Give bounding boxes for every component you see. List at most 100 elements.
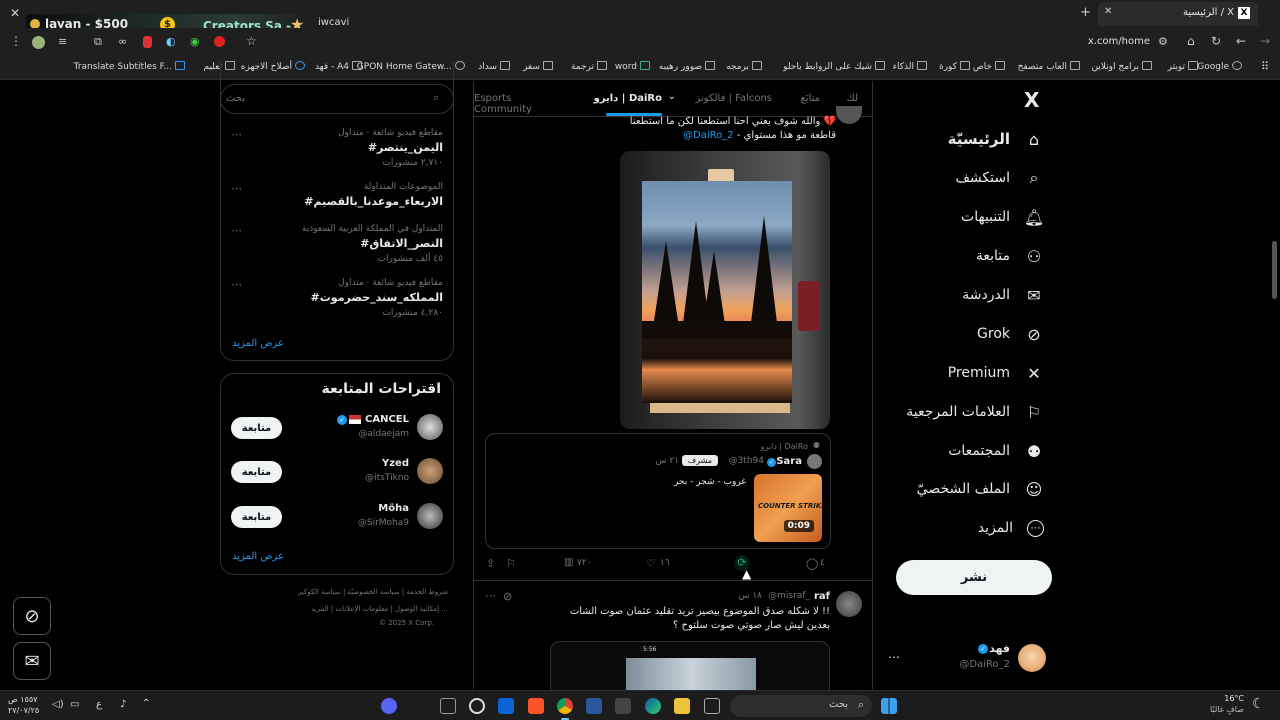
trend-item[interactable]: ⋯ الموضوعات المتداولة #الاربعاء_موعدنا_ب… — [231, 182, 443, 218]
nav-bookmarks[interactable]: العلامات المرجعية ⚐ — [906, 397, 1044, 427]
app-icon-gpt[interactable] — [469, 698, 485, 714]
extension-icon-6[interactable]: ◉ — [190, 35, 200, 48]
bookmark-browser-games[interactable]: العاب متصفح — [1018, 61, 1080, 72]
bookmark-word[interactable]: word — [615, 61, 650, 72]
extension-icon-5[interactable]: ◐ — [166, 35, 176, 48]
nav-grok[interactable]: Grok ⊘ — [977, 319, 1044, 349]
trend-item[interactable]: ⋯ المتداول في المملكة العربية السعودية #… — [231, 224, 443, 268]
profile-icon[interactable] — [32, 36, 45, 49]
chrome-icon[interactable] — [557, 698, 573, 714]
extension-icon-1[interactable]: ≡ — [58, 35, 67, 48]
bookmark-programming[interactable]: برمجه — [726, 61, 762, 72]
bookmark-private[interactable]: خاص — [973, 61, 1005, 72]
tab-esports-community[interactable]: Esports Community — [474, 93, 572, 115]
quote-video-thumbnail[interactable]: COUNTER STRIKE 0:09 — [754, 474, 822, 542]
apps-icon[interactable]: ⠿ — [1261, 60, 1269, 73]
reply-icon[interactable]: ◯ — [806, 557, 818, 570]
views-icon[interactable]: ▥ — [564, 557, 573, 568]
grok-floating-button[interactable]: ⊘ — [13, 597, 51, 635]
quote-author-name[interactable]: Sara — [776, 456, 802, 467]
brave-icon[interactable] — [528, 698, 544, 714]
bookmark-google[interactable]: Google — [1197, 61, 1242, 72]
x-logo[interactable]: X — [1024, 88, 1039, 112]
nav-follow[interactable]: متابعة ⚇ — [976, 241, 1044, 271]
taskbar-clock[interactable]: ١٥٥٧ ص ٢٧/٠٧/٢٥ — [8, 694, 48, 716]
nav-notifications[interactable]: التنبيهات 🔔︎ — [961, 202, 1044, 232]
nav-premium[interactable]: Premium ✕ — [948, 358, 1044, 388]
task-view-icon[interactable] — [704, 698, 720, 714]
account-switcher[interactable]: ⋯ فهد ✓ @DaiRo_2 — [884, 638, 1054, 678]
bookmark-online-apps[interactable]: برامج اونلاين — [1091, 61, 1152, 72]
bookmark-football[interactable]: كورة — [939, 61, 970, 72]
tab-following[interactable]: متابَع — [800, 93, 820, 104]
extension-icon-3[interactable]: ∞ — [118, 35, 127, 48]
trend-item[interactable]: ⋯ مقاطع فيديو شائعة · متداول #اليمن_ينتص… — [231, 128, 443, 172]
weather-widget[interactable]: 16°C صافٍ غالبًا ☾ — [1200, 694, 1272, 718]
share-icon[interactable]: ⇪ — [486, 557, 495, 570]
follow-button[interactable]: متابعة — [231, 506, 282, 528]
tweet2-author-name[interactable]: raf — [814, 591, 830, 602]
chevron-down-icon[interactable]: ⌄ — [668, 91, 676, 102]
grok-icon[interactable]: ⊘ — [503, 590, 512, 603]
bookmark-travel[interactable]: سفر — [523, 61, 553, 72]
page-scrollbar[interactable] — [1272, 241, 1277, 299]
language-indicator[interactable]: ع — [96, 699, 102, 710]
tab-for-you[interactable]: لك — [847, 93, 858, 104]
chevron-up-icon[interactable]: ⌃ — [142, 698, 150, 709]
store-icon[interactable] — [615, 698, 631, 714]
file-explorer-icon[interactable] — [674, 698, 690, 714]
extension-icon-7[interactable] — [214, 36, 225, 47]
bookmark-ai[interactable]: الذكاء — [893, 61, 927, 72]
more-dots-icon[interactable]: ⋯ — [485, 589, 496, 602]
volume-icon[interactable]: ◁) — [52, 699, 64, 710]
trends-show-more-link[interactable]: عرض المزيد — [232, 338, 284, 349]
footer-link-ads-info[interactable]: معلومات الإعلانات — [335, 605, 388, 613]
word-icon[interactable] — [586, 698, 602, 714]
new-tab-icon[interactable]: + — [1080, 5, 1091, 20]
taskbar-search[interactable]: بحث ⌕ — [730, 695, 872, 717]
more-dots-icon[interactable]: ⋯ — [231, 278, 242, 291]
messages-floating-button[interactable]: ✉ — [13, 642, 51, 680]
bookmark-icon[interactable]: ⚐ — [506, 557, 516, 570]
nav-communities[interactable]: المجتمعات ⚉ — [948, 436, 1044, 466]
follow-show-more-link[interactable]: عرض المزيد — [232, 551, 284, 562]
bookmark-star-icon[interactable]: ☆ — [246, 34, 257, 48]
tweet-mention[interactable]: @DaiRo_2 — [683, 130, 734, 141]
quote-community[interactable]: دايرو | DaiRo — [761, 442, 808, 451]
discord-icon[interactable] — [381, 698, 397, 714]
bookmark-pictures[interactable]: صوور رهيبه — [659, 61, 715, 72]
forward-icon[interactable]: → — [1260, 34, 1270, 48]
nav-home[interactable]: الرئيسيّة ⌂ — [948, 124, 1044, 154]
quoted-tweet[interactable]: دايرو | DaiRo ⚉ Sara ✓ @3th94 مشرف ٢١ س … — [485, 433, 831, 549]
extension-icon-4[interactable] — [143, 36, 152, 48]
tweet-image[interactable] — [620, 151, 830, 429]
extension-icon-2[interactable]: ⧉ — [94, 35, 102, 49]
like-icon[interactable]: ♡ — [646, 557, 656, 570]
network-icon[interactable]: ▭ — [70, 699, 79, 710]
footer-link-cookies[interactable]: سياسة الكوكيز — [298, 588, 341, 596]
close-tab-icon[interactable]: ✕ — [1104, 6, 1112, 17]
more-dots-icon[interactable]: ⋯ — [888, 650, 900, 664]
tab-falcons[interactable]: فالكونز | Falcons — [695, 93, 772, 104]
tab-dairo[interactable]: دايرو | DaiRo — [594, 93, 662, 104]
nav-profile[interactable]: الملف الشخصيّ ☺ — [917, 474, 1044, 504]
site-info-icon[interactable]: ⚙ — [1158, 35, 1168, 48]
more-dots-icon[interactable]: ⋯ — [231, 182, 242, 195]
bookmark-link-check[interactable]: شيك على الروابط ياحلو — [783, 61, 885, 72]
close-window-icon[interactable]: ✕ — [10, 6, 20, 20]
bookmark-translate[interactable]: ترجمة — [571, 61, 607, 72]
post-button[interactable]: نشر — [896, 560, 1052, 595]
nav-explore[interactable]: استكشف ⌕ — [955, 163, 1044, 193]
footer-link-accessibility[interactable]: إمكانية الوصول — [395, 605, 439, 613]
edge-icon[interactable] — [645, 698, 661, 714]
outlook-icon[interactable] — [498, 698, 514, 714]
follow-button[interactable]: متابعة — [231, 417, 282, 439]
bookmark-translate-subtitles[interactable]: Translate Subtitles F... — [74, 61, 185, 72]
back-icon[interactable]: ← — [1236, 34, 1246, 48]
more-dots-icon[interactable]: ⋯ — [231, 128, 242, 141]
menu-dots-icon[interactable]: ⋮ — [10, 34, 22, 48]
home-browser-icon[interactable]: ⌂ — [1187, 34, 1195, 48]
url-text[interactable]: x.com/home — [1060, 36, 1150, 47]
microphone-icon[interactable]: ♪ — [120, 699, 126, 710]
trend-item[interactable]: ⋯ مقاطع فيديو شائعة · متداول #المملكه_سن… — [231, 278, 443, 322]
